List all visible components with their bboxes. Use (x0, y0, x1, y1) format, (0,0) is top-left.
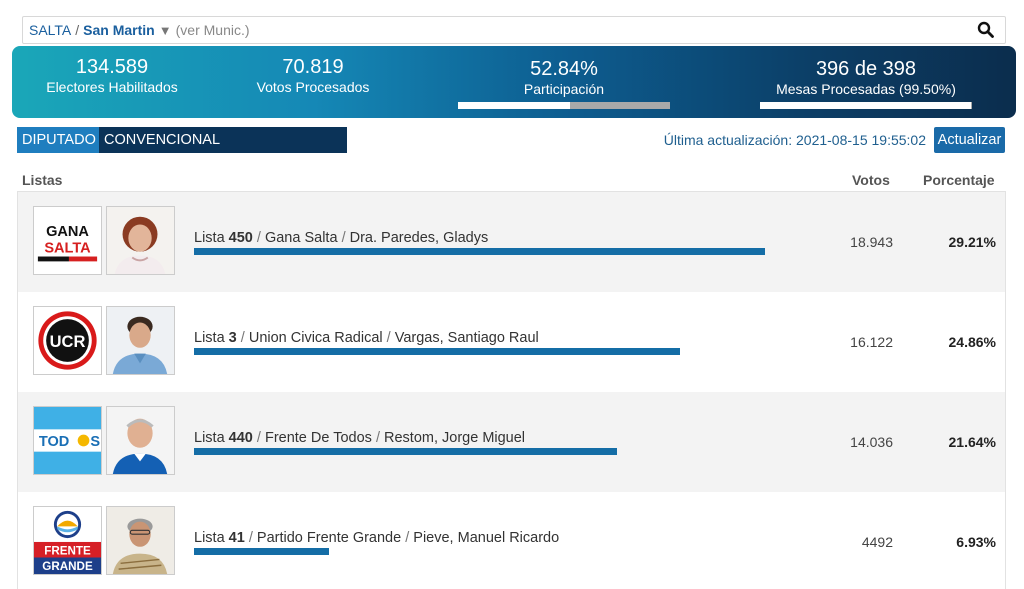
lista-number: 41 (228, 530, 245, 546)
candidate-name: Pieve, Manuel Ricardo (413, 530, 560, 546)
participacion-value: 52.84% (530, 58, 598, 80)
row-label: Lista 450 / Gana Salta / Dra. Paredes, G… (194, 230, 489, 246)
column-header-porcentaje: Porcentaje (923, 172, 995, 188)
todos-logo-text-end: S (90, 434, 100, 450)
chevron-down-icon[interactable]: ▼ (159, 23, 172, 38)
electores-label: Electores Habilitados (46, 79, 178, 95)
participacion-progress-fill (458, 102, 571, 109)
vote-share-bar (194, 548, 329, 555)
party-name: Frente De Todos (264, 430, 372, 446)
mesas-value: 396 de 398 (815, 58, 917, 80)
vote-share-bar (194, 248, 765, 255)
candidate-photo (106, 206, 175, 275)
lista-number: 3 (228, 330, 237, 346)
row-label: Lista 3 / Union Civica Radical / Vargas,… (194, 330, 539, 346)
candidate-name: Vargas, Santiago Raul (394, 330, 539, 346)
participacion-progress-bar (458, 102, 670, 109)
last-update-text: Última actualización: 2021-08-15 19:55:0… (663, 132, 926, 148)
stat-mesas: 396 de 398 Mesas Procesadas (99.50%) (760, 58, 972, 109)
location-selector[interactable]: SALTA / San Martin ▼ (ver Munic.) (22, 16, 1006, 44)
row-label: Lista 440 / Frente De Todos / Restom, Jo… (194, 430, 526, 446)
frente-grande-logo-line2: GRANDE (42, 560, 93, 573)
vote-share-bar (194, 448, 617, 455)
lista-number: 440 (228, 430, 253, 446)
candidate-name: Restom, Jorge Miguel (384, 430, 526, 446)
table-row: TOD S Lista 440 / Frente De Todos / Rest… (18, 392, 1005, 492)
votos-label: Votos Procesados (256, 79, 370, 95)
stats-banner: 134.589 Electores Habilitados 70.819 Vot… (12, 46, 1016, 118)
lista-prefix: Lista (194, 330, 225, 346)
gana-salta-logo: GANA SALTA (33, 206, 102, 275)
candidate-photo (106, 306, 175, 375)
column-header-listas: Listas (22, 172, 63, 188)
votos-value: 70.819 (282, 56, 344, 78)
frente-de-todos-logo: TOD S (33, 406, 102, 475)
frente-grande-logo-line1: FRENTE (44, 545, 91, 558)
breadcrumb-separator: / (75, 22, 80, 38)
votes-value: 16.122 (850, 334, 893, 350)
results-table: GANA SALTA Lista 450 / Gana Salta / Dra.… (17, 191, 1006, 589)
percentage-value: 29.21% (948, 234, 996, 250)
gana-salta-logo-line2: SALTA (44, 241, 91, 257)
table-row: FRENTE GRANDE Lista 41 / Partido Frente … (18, 492, 1005, 589)
gana-salta-logo-line1: GANA (46, 224, 89, 240)
electores-value: 134.589 (75, 56, 149, 78)
todos-logo-text: TOD (39, 434, 69, 450)
stat-electores: 134.589 Electores Habilitados (42, 56, 182, 96)
municipality-name[interactable]: San Martin (83, 22, 155, 38)
percentage-value: 6.93% (956, 534, 996, 550)
candidate-photo (106, 506, 175, 575)
stat-votos: 70.819 Votos Procesados (248, 56, 378, 96)
votes-value: 4492 (861, 534, 893, 550)
see-municipalities-link[interactable]: (ver Munic.) (176, 22, 250, 38)
ucr-logo-text: UCR (50, 333, 86, 351)
tab-convencional-constituyente[interactable]: CONVENCIONAL CONSTITUYENTE (99, 127, 347, 174)
lista-prefix: Lista (194, 230, 225, 246)
votes-value: 14.036 (850, 434, 893, 450)
votes-value: 18.943 (850, 234, 893, 250)
lista-prefix: Lista (194, 530, 225, 546)
participacion-label: Participación (523, 81, 605, 97)
candidate-name: Dra. Paredes, Gladys (349, 230, 489, 246)
vote-share-bar (194, 348, 680, 355)
party-name: Union Civica Radical (248, 330, 383, 346)
percentage-value: 21.64% (948, 434, 996, 450)
mesas-label: Mesas Procesadas (99.50%) (776, 81, 956, 97)
row-label: Lista 41 / Partido Frente Grande / Pieve… (194, 530, 560, 546)
province-link[interactable]: SALTA (29, 22, 71, 38)
frente-grande-logo: FRENTE GRANDE (33, 506, 102, 575)
tab-diputado[interactable]: DIPUTADO (17, 127, 99, 153)
mesas-progress-bar (760, 102, 972, 109)
ucr-logo: UCR (33, 306, 102, 375)
table-row: GANA SALTA Lista 450 / Gana Salta / Dra.… (18, 192, 1005, 292)
stat-participacion: 52.84% Participación (458, 58, 670, 109)
lista-number: 450 (228, 230, 253, 246)
percentage-value: 24.86% (948, 334, 996, 350)
mesas-progress-fill (760, 102, 971, 109)
lista-prefix: Lista (194, 430, 225, 446)
search-icon[interactable] (977, 21, 995, 39)
update-button[interactable]: Actualizar (934, 127, 1005, 153)
table-row: UCR Lista 3 / Union Civica Radical / Var… (18, 292, 1005, 392)
candidate-photo (106, 406, 175, 475)
column-header-votos: Votos (852, 172, 890, 188)
party-name: Partido Frente Grande (256, 530, 402, 546)
party-name: Gana Salta (264, 230, 338, 246)
